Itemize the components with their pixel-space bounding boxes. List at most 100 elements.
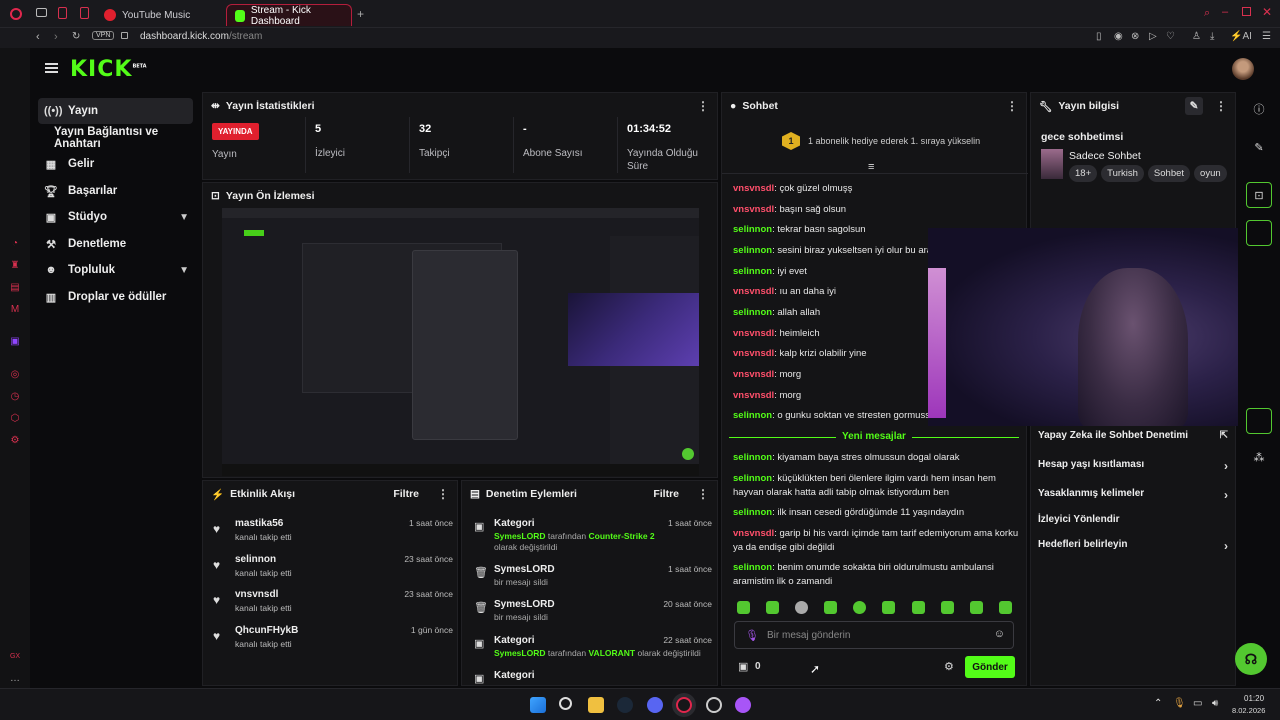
chat-username[interactable]: vnsvnsdl: [733, 286, 774, 297]
emote-icon[interactable]: [941, 601, 954, 614]
maximize-icon[interactable]: [1242, 7, 1251, 16]
extension-icon[interactable]: ▯: [1096, 31, 1102, 42]
chat-username[interactable]: selinnon: [733, 266, 772, 277]
emoji-icon[interactable]: ☺: [994, 628, 1005, 640]
kick-logo[interactable]: KICKBETA: [70, 57, 147, 82]
tag[interactable]: Sohbet: [1147, 165, 1191, 182]
chat-input[interactable]: 🎙︎ Bir mesaj gönderin ☺: [734, 621, 1014, 649]
category-name[interactable]: Sadece Sohbet: [1069, 150, 1141, 162]
url-field[interactable]: dashboard.kick.com/stream: [140, 31, 262, 42]
list-item[interactable]: ▣ Kategori: [472, 670, 712, 685]
reload-icon[interactable]: ↻: [72, 31, 80, 42]
chat-username[interactable]: vnsvnsdl: [733, 369, 774, 380]
tab-youtube-music[interactable]: YouTube Music: [96, 4, 221, 26]
sidebar-item-stream-key[interactable]: Yayın Bağlantısı ve Anahtarı: [38, 125, 203, 151]
windows-start-icon[interactable]: [530, 697, 546, 713]
emote-icon[interactable]: [999, 601, 1012, 614]
list-item[interactable]: ▣ Kategori 22 saat önce SymesLORD tarafı…: [472, 635, 712, 665]
more-options-icon[interactable]: ⋮: [1215, 99, 1227, 113]
emote-icon[interactable]: [795, 601, 808, 614]
menu-icon[interactable]: ☰: [1262, 31, 1271, 42]
more-options-icon[interactable]: ⋮: [437, 487, 449, 501]
emote-icon[interactable]: [737, 601, 750, 614]
chat-username[interactable]: selinnon: [733, 562, 772, 573]
emote-icon[interactable]: [882, 601, 895, 614]
gx-corner-icon[interactable]: ♜: [9, 260, 21, 272]
emote-icon[interactable]: [912, 601, 925, 614]
gear-icon[interactable]: ⚙: [944, 660, 954, 673]
more-options-icon[interactable]: ⋮: [697, 99, 709, 113]
chat-username[interactable]: vnsvnsdl: [733, 328, 774, 339]
volume-icon[interactable]: 🔊︎: [1212, 698, 1218, 709]
aria-ai-button[interactable]: ⚡AI: [1230, 31, 1252, 42]
points-icon[interactable]: ▣: [738, 660, 748, 673]
list-item[interactable]: 🗑︎ SymesLORD 20 saat önce bir mesajı sil…: [472, 599, 712, 627]
chat-username[interactable]: selinnon: [733, 507, 772, 518]
forward-icon[interactable]: ›: [54, 31, 58, 43]
edit-icon[interactable]: ✎: [1185, 97, 1203, 115]
more-options-icon[interactable]: ⋮: [697, 487, 709, 501]
avatar[interactable]: [1232, 58, 1254, 80]
sidebar-item-droplar[interactable]: ▥ Droplar ve ödüller: [38, 284, 193, 310]
setting-raid[interactable]: İzleyici Yönlendir: [1038, 514, 1228, 530]
chat-username[interactable]: selinnon: [733, 452, 772, 463]
tray-chevron-icon[interactable]: ⌃: [1154, 698, 1162, 709]
minimize-icon[interactable]: –: [1222, 6, 1228, 18]
chat-username[interactable]: selinnon: [733, 307, 772, 318]
chat-username[interactable]: selinnon: [733, 224, 772, 235]
workspaces-icon[interactable]: [36, 8, 47, 17]
support-button[interactable]: ☊: [1235, 643, 1267, 675]
modules-icon[interactable]: ⁂: [1246, 444, 1272, 470]
quick-action-icon[interactable]: [1246, 220, 1272, 246]
close-icon[interactable]: ✕: [1262, 5, 1272, 19]
send-button[interactable]: Gönder: [965, 656, 1015, 678]
clock-date[interactable]: 8.02.2026: [1232, 706, 1265, 715]
app-icon[interactable]: [735, 697, 751, 713]
sidebar-item-yayin[interactable]: ((•)) Yayın: [38, 98, 193, 124]
search-icon[interactable]: [559, 697, 572, 710]
sidebar-item-studyo[interactable]: ▣ Stüdyo ▼: [38, 204, 193, 230]
emote-icon[interactable]: [824, 601, 837, 614]
account-icon[interactable]: ♙: [1192, 31, 1201, 42]
player-icon[interactable]: ◎: [9, 369, 21, 381]
microphone-tray-icon[interactable]: 🎙︎: [1173, 698, 1186, 709]
opera-gx-icon[interactable]: [676, 697, 692, 713]
chat-username[interactable]: vnsvnsdl: [733, 348, 774, 359]
network-icon[interactable]: ▭: [1193, 698, 1202, 709]
info-icon[interactable]: ⓘ: [1246, 96, 1272, 122]
sidebar-item-gelir[interactable]: ▦ Gelir: [38, 151, 193, 177]
list-item[interactable]: 🗑︎ SymesLORD 1 saat önce bir mesajı sild…: [472, 564, 712, 592]
back-icon[interactable]: ‹: [36, 31, 40, 43]
chat-username[interactable]: vnsvnsdl: [733, 390, 774, 401]
emote-icon[interactable]: [766, 601, 779, 614]
search-icon[interactable]: ⌕: [1204, 7, 1210, 20]
tag[interactable]: oyun: [1194, 165, 1227, 182]
tag[interactable]: 18+: [1069, 165, 1098, 182]
settings-icon[interactable]: ⚙: [9, 435, 21, 447]
history-icon[interactable]: ◷: [9, 391, 21, 403]
gx-control-icon[interactable]: ◔: [9, 238, 21, 250]
discord-icon[interactable]: [647, 697, 663, 713]
tab-kick-dashboard[interactable]: Stream - Kick Dashboard: [226, 4, 352, 27]
setting-ai-moderation[interactable]: Yapay Zeka ile Sohbet Denetimi ⇱: [1038, 430, 1228, 446]
sidebar-item-denetleme[interactable]: ⚒ Denetleme: [38, 231, 193, 257]
filter-button[interactable]: Filtre: [393, 488, 419, 500]
download-icon[interactable]: ⤓: [1210, 31, 1214, 42]
list-item[interactable]: ♥ mastika56 kanalı takip etti 1 saat önce: [213, 518, 453, 552]
clock-time[interactable]: 01:20: [1244, 694, 1264, 703]
sidebar-item-basarilar[interactable]: 🏆︎ Başarılar: [38, 178, 193, 204]
pinned-tab-icon[interactable]: [80, 7, 89, 19]
emote-icon[interactable]: [853, 601, 866, 614]
play-icon[interactable]: ▷: [1149, 31, 1157, 42]
chat-username[interactable]: selinnon: [733, 473, 772, 484]
extensions-icon[interactable]: ⬡: [9, 413, 21, 425]
more-options-icon[interactable]: ⋮: [1006, 99, 1018, 113]
quick-action-icon[interactable]: [1246, 408, 1272, 434]
vpn-badge[interactable]: VPN: [92, 31, 115, 40]
list-item[interactable]: ▣ Kategori 1 saat önce SymesLORD tarafın…: [472, 518, 712, 552]
camera-icon[interactable]: ◉: [1114, 31, 1123, 42]
twitch-icon[interactable]: ▣: [9, 336, 21, 348]
setting-goals[interactable]: Hedefleri belirleyin ›: [1038, 539, 1228, 555]
chat-username[interactable]: selinnon: [733, 410, 772, 421]
tag[interactable]: Turkish: [1101, 165, 1144, 182]
